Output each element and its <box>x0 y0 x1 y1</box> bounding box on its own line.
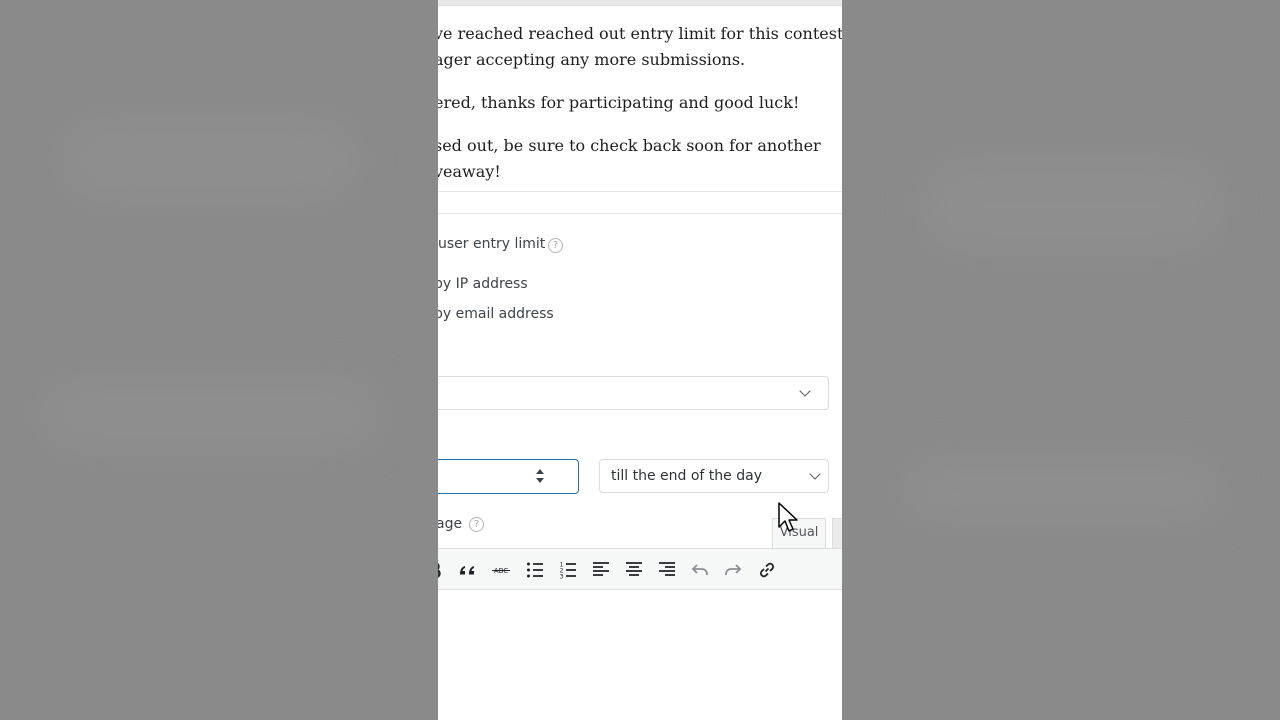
redo-icon[interactable] <box>722 559 744 581</box>
limit-by-ip-label[interactable]: by IP address <box>438 276 528 292</box>
divider <box>438 191 842 192</box>
help-icon[interactable]: ? <box>548 238 563 253</box>
bullet-list-icon[interactable] <box>524 559 546 581</box>
limit-period-select[interactable]: till the end of the day <box>599 459 829 493</box>
spin-down-icon[interactable] <box>536 478 544 483</box>
mouse-cursor-icon <box>778 502 798 532</box>
align-left-icon[interactable] <box>590 559 612 581</box>
message-editor-label: age <box>438 516 463 532</box>
settings-panel: ve reached reached out entry limit for t… <box>438 0 842 720</box>
strikethrough-icon[interactable]: ABC <box>490 559 512 581</box>
limit-type-select[interactable] <box>438 376 829 410</box>
user-entry-limit-label[interactable]: user entry limit <box>438 236 545 252</box>
chevron-down-icon <box>799 385 811 397</box>
editor-toolbar: ABC 123 <box>438 548 842 590</box>
limit-by-email-label[interactable]: by email address <box>438 306 554 322</box>
background-left <box>0 0 438 720</box>
divider <box>438 213 842 214</box>
background-right <box>842 0 1280 720</box>
tab-text[interactable] <box>832 518 842 548</box>
limit-message-line-2: ager accepting any more submissions. <box>438 50 746 69</box>
limit-message-line-3: ered, thanks for participating and good … <box>438 93 800 112</box>
align-center-icon[interactable] <box>623 559 645 581</box>
align-right-icon[interactable] <box>656 559 678 581</box>
help-icon[interactable]: ? <box>469 517 484 532</box>
limit-message-line-1: ve reached reached out entry limit for t… <box>438 24 842 43</box>
limit-period-value: till the end of the day <box>611 468 762 484</box>
limit-number-input[interactable] <box>438 459 579 494</box>
undo-icon[interactable] <box>689 559 711 581</box>
top-strip <box>438 0 842 6</box>
chevron-down-icon <box>809 468 821 480</box>
limit-message-line-5: veaway! <box>438 162 501 181</box>
svg-text:3: 3 <box>560 574 564 581</box>
blockquote-icon[interactable] <box>457 559 479 581</box>
bold-icon[interactable] <box>438 559 446 581</box>
spin-up-icon[interactable] <box>536 469 544 474</box>
limit-message-line-4: sed out, be sure to check back soon for … <box>438 136 821 155</box>
numbered-list-icon[interactable]: 123 <box>557 559 579 581</box>
link-icon[interactable] <box>756 559 778 581</box>
